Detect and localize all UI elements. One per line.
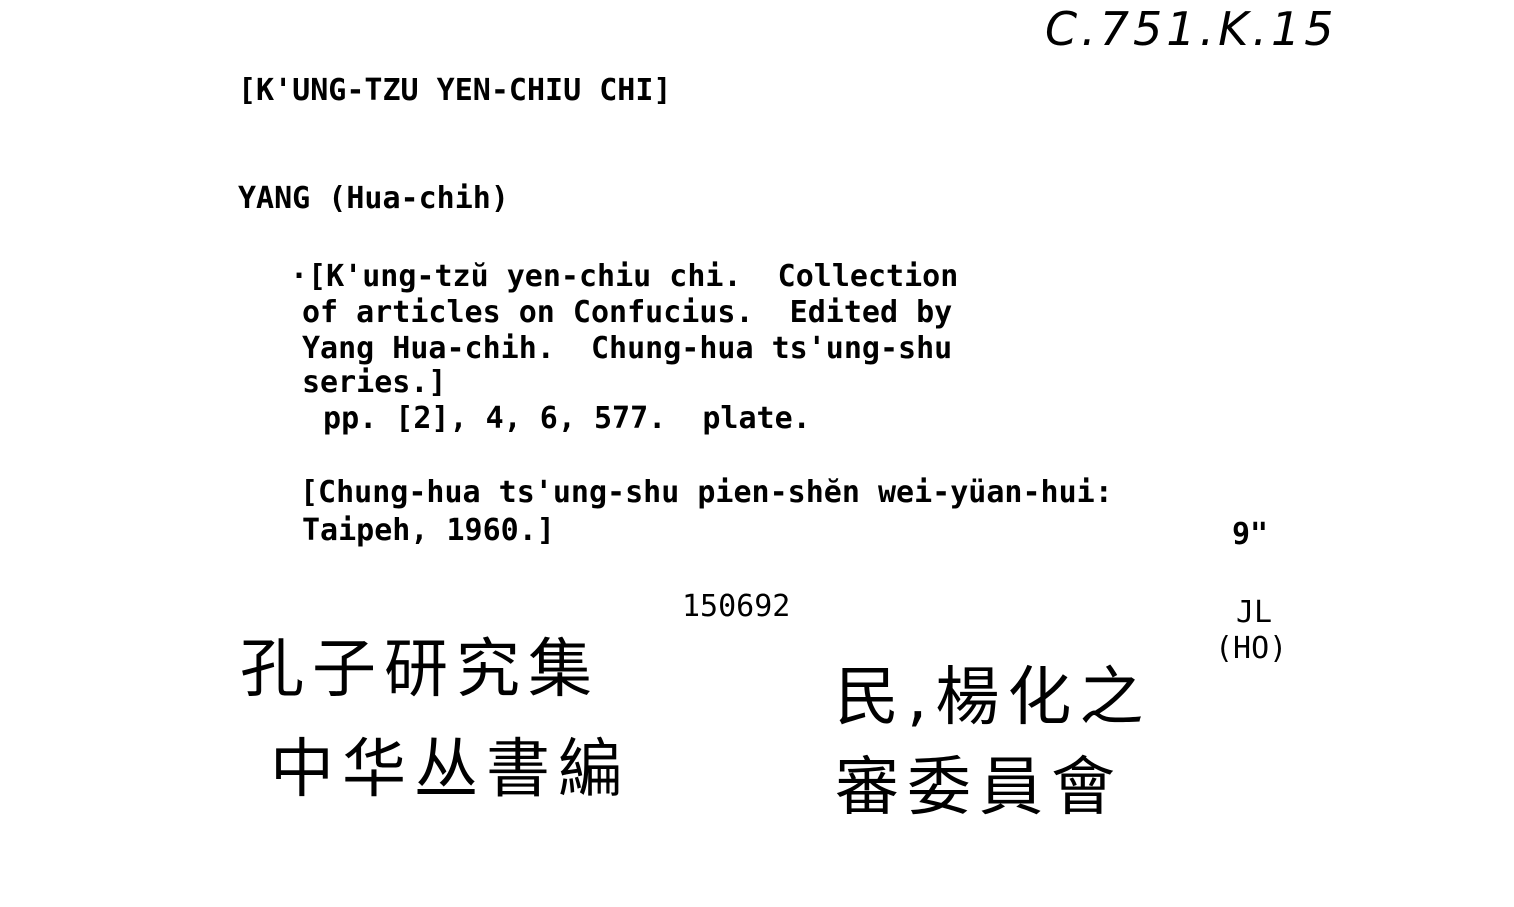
author-heading: YANG (Hua-chih): [238, 181, 509, 216]
description-line-3: Yang Hua-chih. Chung-hua ts'ung-shu: [302, 331, 953, 366]
chinese-publisher-line-1: 中华丛書編: [270, 733, 630, 807]
imprint-line-1: [Chung-hua ts'ung-shu pien-shĕn wei-yüan…: [300, 475, 1113, 510]
chinese-publisher-line-2: 審委員會: [835, 751, 1123, 825]
size-note: 9": [1232, 517, 1269, 552]
chinese-author: 民,楊化之: [835, 661, 1152, 735]
title-heading: [K'UNG-TZU YEN-CHIU CHI]: [238, 73, 672, 108]
chinese-title: 孔子研究集: [240, 633, 600, 707]
description-line-4: series.]: [302, 365, 447, 400]
cataloger-initials: JL: [1236, 595, 1273, 630]
description-line-2: of articles on Confucius. Edited by: [302, 295, 953, 330]
description-line-1: ·[K'ung-tzŭ yen-chiu chi. Collection: [290, 259, 959, 294]
call-number: C.751.K.15: [1045, 2, 1338, 56]
cataloger-initials-sub: (HO): [1215, 631, 1288, 666]
accession-number: 150692: [682, 589, 791, 624]
pagination-line: pp. [2], 4, 6, 577. plate.: [305, 401, 811, 436]
imprint-line-2: Taipeh, 1960.]: [302, 513, 555, 548]
catalog-card: C.751.K.15 [K'UNG-TZU YEN-CHIU CHI] YANG…: [0, 0, 1514, 907]
